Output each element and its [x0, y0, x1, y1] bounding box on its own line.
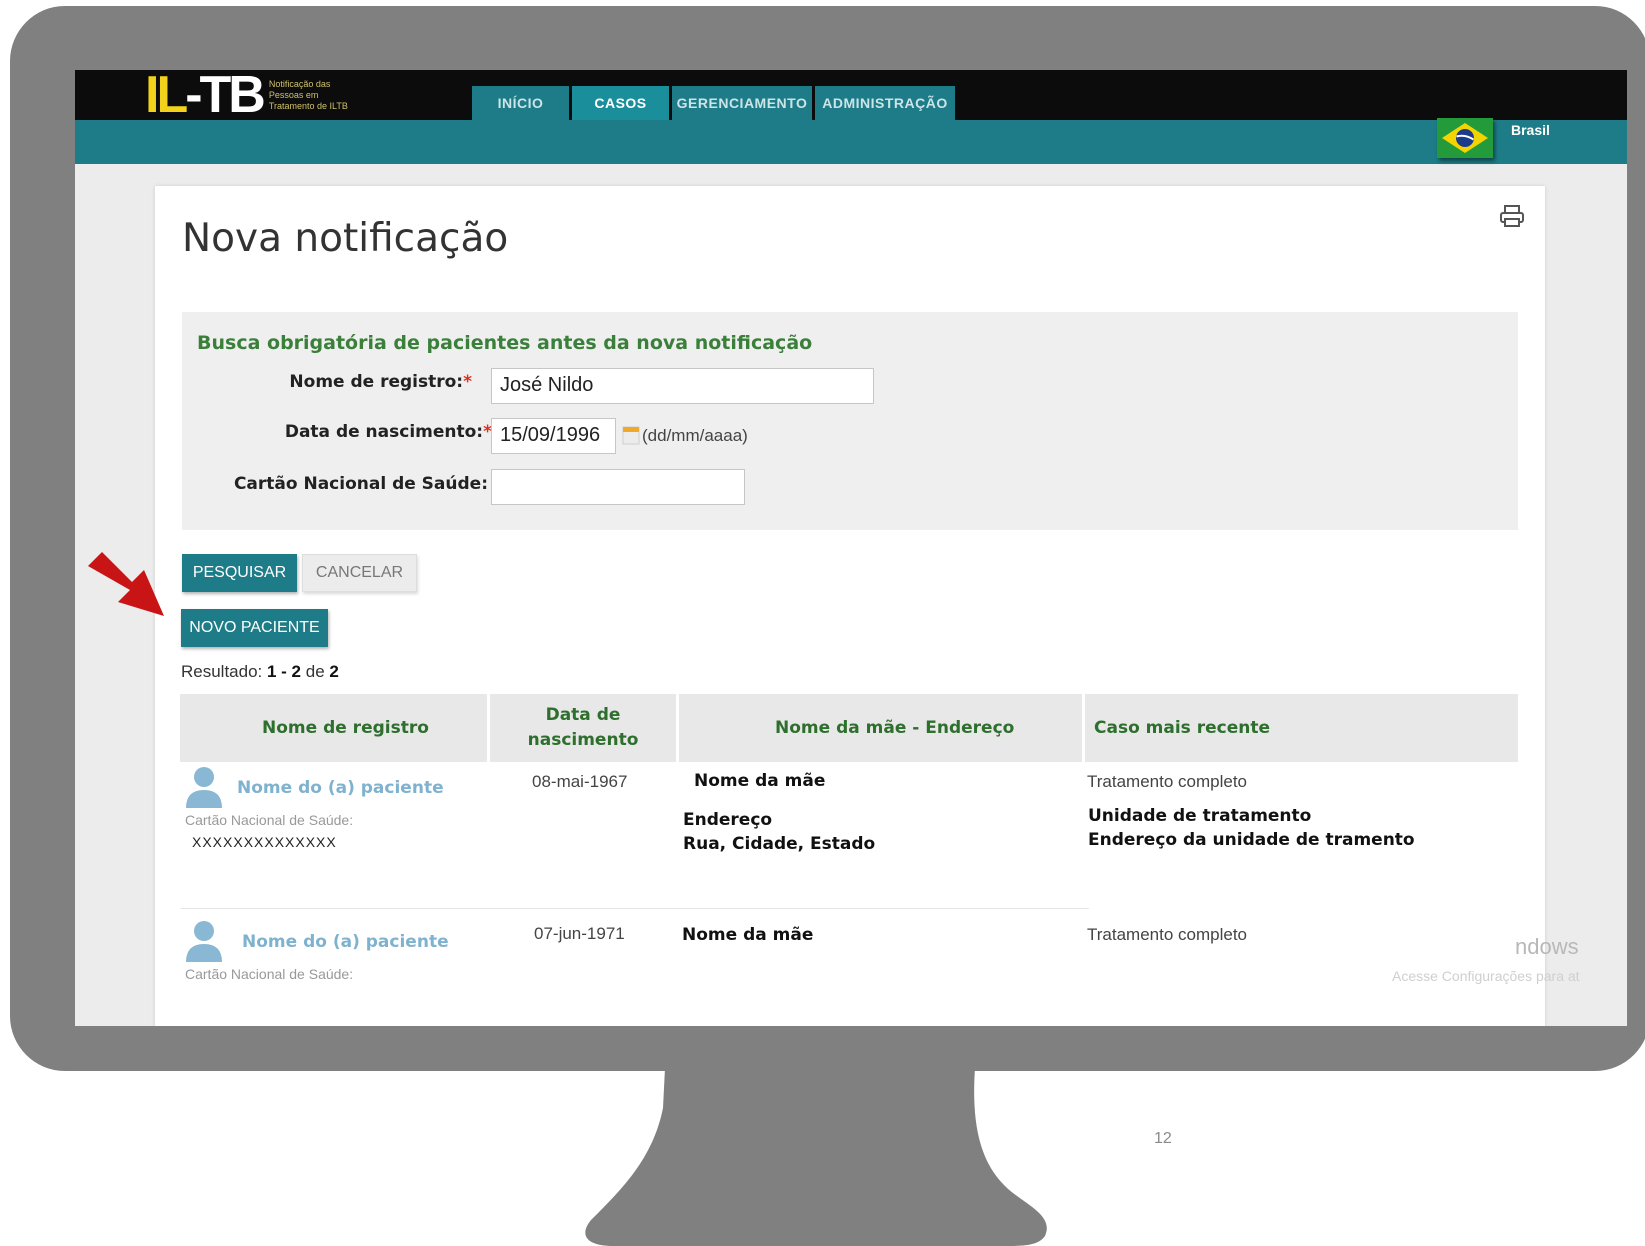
registry-name-label: Nome de registro:*: [289, 372, 472, 392]
table-row[interactable]: Nome do (a) paciente Cartão Nacional de …: [180, 920, 1518, 1026]
top-header-bar: IL-TB Notificação das Pessoas em Tratame…: [75, 70, 1627, 121]
case-status: Tratamento completo: [1087, 772, 1247, 791]
sub-header-bar: [75, 120, 1627, 164]
tab-administracao[interactable]: ADMINISTRAÇÃO: [815, 86, 955, 120]
case-status: Tratamento completo: [1087, 925, 1247, 944]
mother-name: Nome da mãe: [682, 925, 814, 945]
monitor-frame: IL-TB Notificação das Pessoas em Tratame…: [10, 6, 1645, 1071]
table-row[interactable]: Nome do (a) paciente Cartão Nacional de …: [180, 766, 1518, 906]
birth-date-input[interactable]: 15/09/1996: [491, 418, 616, 454]
search-box-title: Busca obrigatória de pacientes antes da …: [197, 332, 813, 354]
person-icon: [186, 921, 222, 962]
health-card-input[interactable]: [491, 469, 745, 505]
printer-icon[interactable]: [1499, 204, 1525, 228]
screen: IL-TB Notificação das Pessoas em Tratame…: [75, 70, 1627, 1026]
person-icon: [186, 767, 222, 808]
logo-subtitle: Notificação das Pessoas em Tratamento de…: [268, 78, 348, 111]
main-nav: INÍCIO CASOS GERENCIAMENTO ADMINISTRAÇÃO: [472, 86, 955, 120]
search-button[interactable]: PESQUISAR: [182, 554, 297, 592]
tab-casos[interactable]: CASOS: [572, 86, 669, 120]
birth-date-value: 07-jun-1971: [534, 924, 625, 943]
windows-activation-hint: Acesse Configurações para at: [1392, 968, 1580, 984]
health-card-value: XXXXXXXXXXXXXX: [192, 834, 337, 850]
mother-name: Nome da mãe: [694, 771, 826, 791]
new-patient-button[interactable]: NOVO PACIENTE: [181, 609, 328, 647]
calendar-icon[interactable]: [622, 424, 640, 446]
logo-il-text: IL: [145, 70, 188, 124]
results-table-header: Nome de registro Data de nascimento Nome …: [180, 694, 1518, 762]
tab-inicio[interactable]: INÍCIO: [472, 86, 569, 120]
treatment-unit-address: Endereço da unidade de tramento: [1088, 830, 1415, 850]
birth-date-format-hint: (dd/mm/aaaa): [642, 426, 748, 445]
monitor-stand: [585, 1068, 1047, 1246]
red-arrow-pointer: [88, 552, 164, 616]
address-value: Rua, Cidade, Estado: [683, 834, 876, 854]
registry-name-input[interactable]: José Nildo: [491, 368, 874, 404]
content-panel: Nova notificação Busca obrigatória de pa…: [155, 186, 1545, 1026]
tab-gerenciamento[interactable]: GERENCIAMENTO: [672, 86, 812, 120]
health-card-label: Cartão Nacional de Saúde:: [233, 474, 488, 494]
birth-date-value: 08-mai-1967: [532, 772, 628, 791]
logo-tb-text: -TB: [185, 70, 266, 124]
column-header-birth-date[interactable]: Data de nascimento: [490, 694, 676, 762]
page-title: Nova notificação: [182, 216, 509, 261]
birth-date-label: Data de nascimento:*: [284, 422, 492, 442]
cancel-button[interactable]: CANCELAR: [302, 554, 417, 592]
app-logo[interactable]: IL-TB Notificação das Pessoas em Tratame…: [145, 70, 348, 121]
slide: IL-TB Notificação das Pessoas em Tratame…: [0, 0, 1645, 1246]
health-card-label: Cartão Nacional de Saúde:: [185, 812, 354, 828]
slide-page-number: 12: [1154, 1130, 1172, 1147]
address-label: Endereço: [683, 810, 773, 830]
column-divider: [676, 694, 679, 762]
column-header-registry-name[interactable]: Nome de registro: [262, 694, 429, 762]
column-header-recent-case[interactable]: Caso mais recente: [1094, 694, 1270, 762]
patient-name-link[interactable]: Nome do (a) paciente: [242, 932, 449, 952]
result-count: Resultado: 1 - 2 de 2: [181, 662, 339, 681]
patient-name-link[interactable]: Nome do (a) paciente: [237, 778, 444, 798]
row-divider: [181, 908, 1089, 909]
health-card-label: Cartão Nacional de Saúde:: [185, 966, 354, 982]
patient-search-box: Busca obrigatória de pacientes antes da …: [182, 312, 1518, 530]
brazil-flag-icon[interactable]: [1437, 118, 1493, 158]
column-header-mother-address[interactable]: Nome da mãe - Endereço: [775, 694, 1014, 762]
column-divider: [1082, 694, 1085, 762]
windows-activation-watermark: ndows: [1515, 934, 1579, 959]
country-label[interactable]: Brasil: [1511, 122, 1550, 138]
treatment-unit: Unidade de tratamento: [1088, 806, 1312, 826]
